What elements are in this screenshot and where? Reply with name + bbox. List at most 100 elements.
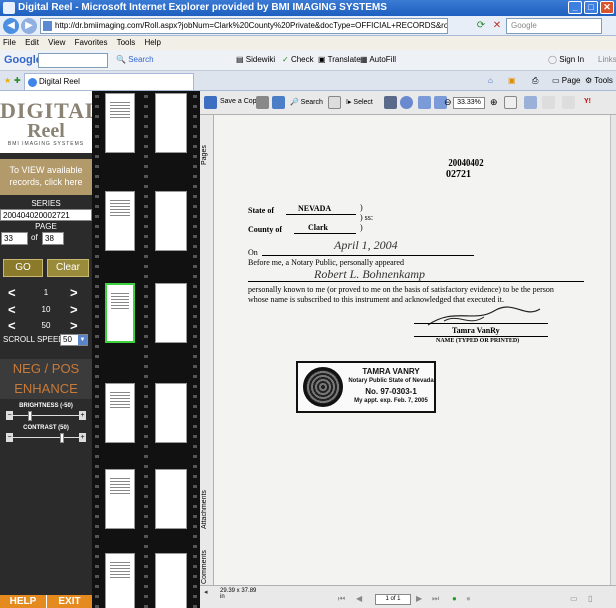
contrast-plus-button[interactable]: +: [79, 433, 86, 442]
comments-tab[interactable]: Comments: [201, 547, 213, 587]
tools-icon[interactable]: [562, 96, 575, 109]
search-input[interactable]: Google: [506, 18, 602, 34]
zoom-level-field[interactable]: 33.33%: [453, 97, 485, 109]
refresh-icon[interactable]: ⟳: [474, 19, 488, 33]
page-menu[interactable]: ▭ Page: [552, 76, 580, 85]
film-frame[interactable]: [155, 469, 187, 529]
search-button[interactable]: 🔎 Search: [290, 98, 323, 106]
next-1-button[interactable]: >: [70, 285, 78, 300]
sidewiki-button[interactable]: ▤ Sidewiki: [236, 55, 275, 64]
county-underline: [294, 233, 356, 234]
attachments-tab[interactable]: Attachments: [201, 475, 213, 545]
brightness-thumb[interactable]: [28, 411, 32, 421]
next-10-button[interactable]: >: [70, 302, 78, 317]
page-layout-icon[interactable]: [504, 96, 517, 109]
add-favorite-icon[interactable]: ✚: [14, 76, 21, 85]
fit-page-icon[interactable]: [418, 96, 431, 109]
film-frame[interactable]: [105, 93, 135, 153]
film-frame[interactable]: [105, 283, 135, 343]
close-window-button[interactable]: ✕: [600, 1, 614, 14]
page-input[interactable]: 33: [1, 232, 28, 245]
rotate-icon[interactable]: [524, 96, 537, 109]
first-page-button[interactable]: ⏮: [338, 594, 345, 604]
film-frame[interactable]: [105, 553, 135, 608]
prev-50-button[interactable]: <: [8, 318, 16, 333]
home-icon[interactable]: ⌂: [488, 76, 493, 85]
viewer-vertical-scrollbar[interactable]: [610, 115, 616, 585]
previous-view-icon[interactable]: ●: [452, 594, 457, 603]
film-frame[interactable]: [155, 383, 187, 443]
autofill-button[interactable]: ▦ AutoFill: [360, 55, 396, 64]
stop-icon[interactable]: ✕: [490, 19, 504, 33]
print-icon[interactable]: [256, 96, 269, 109]
feeds-icon[interactable]: ▣: [508, 76, 516, 85]
document-area[interactable]: 20040402 02721 State of NEVADA ) ) ss: C…: [214, 115, 610, 585]
signin-button[interactable]: ◯ Sign In: [548, 55, 584, 64]
minimize-button[interactable]: _: [568, 1, 582, 14]
check-button[interactable]: ✓ Check: [282, 55, 314, 64]
film-frame[interactable]: [155, 553, 187, 608]
brightness-slider[interactable]: − +: [6, 411, 86, 421]
scroll-left-icon[interactable]: ◂: [204, 588, 208, 596]
translate-button[interactable]: ▣ Translate: [318, 55, 361, 64]
zoom-icon[interactable]: [400, 96, 413, 109]
yahoo-icon[interactable]: Y!: [584, 98, 591, 105]
contrast-slider[interactable]: − +: [6, 433, 86, 443]
film-frame[interactable]: [155, 93, 187, 153]
film-frame[interactable]: [105, 191, 135, 251]
film-frame[interactable]: [105, 469, 135, 529]
zoom-in-icon[interactable]: ⊕: [490, 97, 498, 108]
forward-button[interactable]: ▶: [21, 18, 37, 34]
film-frame[interactable]: [155, 283, 187, 343]
menu-file[interactable]: File: [3, 38, 16, 47]
print-icon[interactable]: ⎙: [532, 76, 538, 86]
tab-digital-reel[interactable]: Digital Reel: [24, 73, 194, 90]
prev-1-button[interactable]: <: [8, 285, 16, 300]
last-page-button[interactable]: ⏭: [432, 594, 439, 604]
tools-menu[interactable]: ⚙ Tools: [585, 76, 613, 85]
menu-favorites[interactable]: Favorites: [75, 38, 108, 47]
neg-pos-button[interactable]: NEG / POS: [0, 359, 92, 379]
url-field[interactable]: http://dr.bmiimaging.com/Roll.aspx?jobNu…: [40, 18, 448, 34]
page-indicator-field[interactable]: 1 of 1: [375, 594, 411, 605]
film-frame[interactable]: [155, 191, 187, 251]
google-search-button[interactable]: 🔍 Search: [116, 55, 154, 64]
menu-tools[interactable]: Tools: [117, 38, 136, 47]
continuous-icon[interactable]: ▯: [588, 594, 592, 603]
links-label[interactable]: Links: [598, 55, 616, 64]
pages-tab[interactable]: Pages: [201, 135, 213, 175]
exit-button[interactable]: EXIT: [46, 595, 92, 608]
view-records-button[interactable]: To VIEW available records, click here: [0, 159, 92, 195]
contrast-thumb[interactable]: [60, 433, 64, 443]
series-field[interactable]: 200404020002721: [0, 209, 92, 221]
help-button[interactable]: HELP: [0, 595, 46, 608]
snapshot-icon[interactable]: [384, 96, 397, 109]
next-50-button[interactable]: >: [70, 318, 78, 333]
sign-icon[interactable]: [542, 96, 555, 109]
next-view-icon[interactable]: ●: [466, 594, 471, 603]
menu-view[interactable]: View: [48, 38, 65, 47]
hand-tool-icon[interactable]: [328, 96, 341, 109]
clear-button[interactable]: Clear: [47, 259, 89, 277]
favorites-star-icon[interactable]: ★: [4, 76, 11, 85]
email-icon[interactable]: [272, 96, 285, 109]
zoom-out-icon[interactable]: ⊖: [444, 97, 452, 108]
next-page-button[interactable]: ▶: [416, 594, 422, 603]
film-frame[interactable]: [105, 383, 135, 443]
back-button[interactable]: ◀: [3, 18, 19, 34]
scroll-speed-select[interactable]: 50 ▼: [60, 334, 88, 346]
save-copy-button[interactable]: Save a Copy: [220, 98, 260, 105]
single-page-icon[interactable]: ▭: [570, 594, 578, 603]
enhance-button[interactable]: ENHANCE: [0, 379, 92, 399]
go-button[interactable]: GO: [3, 259, 43, 277]
film-sprocket: [95, 455, 99, 458]
maximize-button[interactable]: □: [584, 1, 598, 14]
menu-help[interactable]: Help: [145, 38, 161, 47]
prev-10-button[interactable]: <: [8, 302, 16, 317]
brightness-plus-button[interactable]: +: [79, 411, 86, 420]
film-strip[interactable]: [92, 91, 200, 608]
menu-edit[interactable]: Edit: [25, 38, 39, 47]
google-search-input[interactable]: [38, 53, 108, 68]
select-tool-button[interactable]: I▸ Select: [346, 98, 373, 106]
prev-page-button[interactable]: ◀: [356, 594, 362, 603]
